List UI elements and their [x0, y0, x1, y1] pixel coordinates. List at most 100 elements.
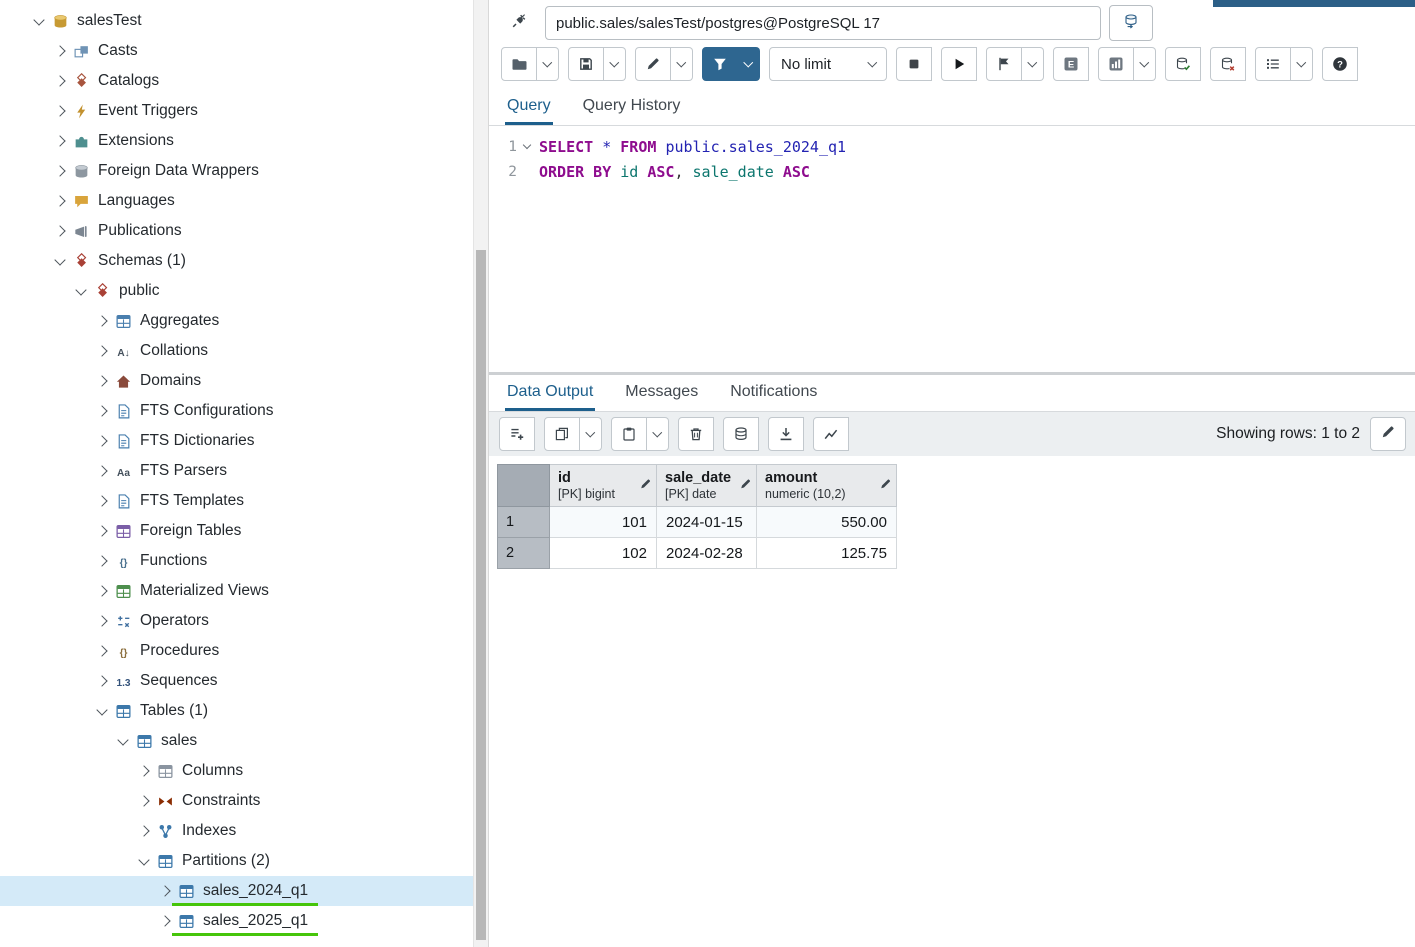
chevron-right-icon[interactable] — [93, 527, 111, 535]
stop-button[interactable] — [896, 47, 932, 81]
edit-data-button[interactable] — [1370, 417, 1406, 451]
tree-node-operators[interactable]: Operators — [0, 606, 473, 636]
chevron-right-icon[interactable] — [93, 647, 111, 655]
tree-node-sequences[interactable]: 1.3Sequences — [0, 666, 473, 696]
tree-node-event-triggers[interactable]: Event Triggers — [0, 96, 473, 126]
tree-node-partitions-2[interactable]: Partitions (2) — [0, 846, 473, 876]
chevron-right-icon[interactable] — [51, 137, 69, 145]
chevron-right-icon[interactable] — [51, 77, 69, 85]
chevron-right-icon[interactable] — [93, 587, 111, 595]
tree-node-tables-1[interactable]: Tables (1) — [0, 696, 473, 726]
save-file-button[interactable] — [568, 47, 604, 81]
chevron-right-icon[interactable] — [93, 557, 111, 565]
chevron-down-icon[interactable] — [51, 259, 69, 264]
connection-string-field[interactable] — [545, 6, 1101, 40]
grid-cell[interactable]: 2024-02-28 — [657, 538, 757, 569]
rollback-button[interactable] — [1210, 47, 1246, 81]
tree-node-sales-2024-q1[interactable]: sales_2024_q1 — [0, 876, 473, 906]
tree-node-foreign-tables[interactable]: Foreign Tables — [0, 516, 473, 546]
tree-node-foreign-data-wrappers[interactable]: Foreign Data Wrappers — [0, 156, 473, 186]
connection-status-button[interactable] — [501, 6, 537, 40]
grid-cell[interactable]: 101 — [550, 507, 657, 538]
tree-node-aggregates[interactable]: Aggregates — [0, 306, 473, 336]
pencil-icon[interactable] — [739, 477, 752, 494]
chevron-right-icon[interactable] — [51, 167, 69, 175]
chevron-right-icon[interactable] — [156, 917, 174, 925]
chevron-right-icon[interactable] — [93, 497, 111, 505]
tree-node-fts-configurations[interactable]: FTS Configurations — [0, 396, 473, 426]
tree-node-publications[interactable]: Publications — [0, 216, 473, 246]
chevron-right-icon[interactable] — [93, 347, 111, 355]
chevron-right-icon[interactable] — [156, 887, 174, 895]
grid-cell[interactable]: 125.75 — [757, 538, 897, 569]
chevron-right-icon[interactable] — [135, 797, 153, 805]
explain-button[interactable]: E — [1053, 47, 1089, 81]
help-button[interactable]: ? — [1322, 47, 1358, 81]
grid-cell[interactable]: 550.00 — [757, 507, 897, 538]
row-header[interactable]: 2 — [497, 538, 550, 569]
row-header[interactable]: 1 — [497, 507, 550, 538]
tree-node-public[interactable]: public — [0, 276, 473, 306]
chevron-right-icon[interactable] — [93, 617, 111, 625]
add-row-button[interactable] — [499, 417, 535, 451]
tree-node-indexes[interactable]: Indexes — [0, 816, 473, 846]
grid-cell[interactable]: 102 — [550, 538, 657, 569]
save-data-changes-button[interactable] — [723, 417, 759, 451]
chevron-right-icon[interactable] — [51, 227, 69, 235]
tree-node-fts-templates[interactable]: FTS Templates — [0, 486, 473, 516]
chevron-right-icon[interactable] — [93, 377, 111, 385]
copy-button[interactable] — [544, 417, 580, 451]
macros-button[interactable] — [1255, 47, 1291, 81]
grid-cell[interactable]: 2024-01-15 — [657, 507, 757, 538]
tree-node-salestest[interactable]: salesTest — [0, 6, 473, 36]
tree-node-catalogs[interactable]: Catalogs — [0, 66, 473, 96]
chevron-down-icon[interactable] — [72, 289, 90, 294]
chevron-right-icon[interactable] — [93, 317, 111, 325]
tree-node-extensions[interactable]: Extensions — [0, 126, 473, 156]
explain-analyze-button[interactable] — [1098, 47, 1134, 81]
save-file-dropdown[interactable] — [604, 47, 626, 81]
paste-button[interactable] — [611, 417, 647, 451]
chevron-right-icon[interactable] — [51, 197, 69, 205]
tree-node-functions[interactable]: {}Functions — [0, 546, 473, 576]
database-switch-button[interactable] — [1109, 5, 1153, 41]
sql-editor[interactable]: 1SELECT * FROM public.sales_2024_q12ORDE… — [489, 126, 1415, 372]
tree-node-sales[interactable]: sales — [0, 726, 473, 756]
column-header-id[interactable]: id[PK] bigint — [550, 464, 657, 507]
chevron-right-icon[interactable] — [135, 767, 153, 775]
tree-node-domains[interactable]: Domains — [0, 366, 473, 396]
open-file-dropdown[interactable] — [537, 47, 559, 81]
tree-node-constraints[interactable]: Constraints — [0, 786, 473, 816]
execute-options-dropdown[interactable] — [1022, 47, 1044, 81]
column-header-sale-date[interactable]: sale_date[PK] date — [657, 464, 757, 507]
tab-query[interactable]: Query — [505, 89, 553, 125]
sidebar-scrollbar[interactable] — [473, 0, 488, 947]
tree-node-collations[interactable]: A↓Collations — [0, 336, 473, 366]
filter-button[interactable] — [702, 47, 738, 81]
chevron-right-icon[interactable] — [51, 107, 69, 115]
tree-node-procedures[interactable]: {}Procedures — [0, 636, 473, 666]
tree-node-schemas-1[interactable]: Schemas (1) — [0, 246, 473, 276]
edit-dropdown[interactable] — [671, 47, 693, 81]
explain-analyze-dropdown[interactable] — [1134, 47, 1156, 81]
execute-button[interactable] — [941, 47, 977, 81]
tree-node-columns[interactable]: Columns — [0, 756, 473, 786]
chevron-right-icon[interactable] — [93, 677, 111, 685]
pencil-icon[interactable] — [879, 477, 892, 494]
chevron-down-icon[interactable] — [135, 859, 153, 864]
tab-messages[interactable]: Messages — [623, 375, 700, 411]
chevron-right-icon[interactable] — [93, 437, 111, 445]
execute-options-button[interactable] — [986, 47, 1022, 81]
open-file-button[interactable] — [501, 47, 537, 81]
chevron-right-icon[interactable] — [93, 407, 111, 415]
chevron-down-icon[interactable] — [114, 739, 132, 744]
pencil-icon[interactable] — [639, 477, 652, 494]
macros-dropdown[interactable] — [1291, 47, 1313, 81]
graph-visualiser-button[interactable] — [813, 417, 849, 451]
grid-select-all-corner[interactable] — [497, 464, 550, 507]
edit-button[interactable] — [635, 47, 671, 81]
save-results-to-file-button[interactable] — [768, 417, 804, 451]
tree-node-fts-dictionaries[interactable]: FTS Dictionaries — [0, 426, 473, 456]
chevron-down-icon[interactable] — [30, 19, 48, 24]
fold-chevron-icon[interactable] — [517, 145, 537, 148]
